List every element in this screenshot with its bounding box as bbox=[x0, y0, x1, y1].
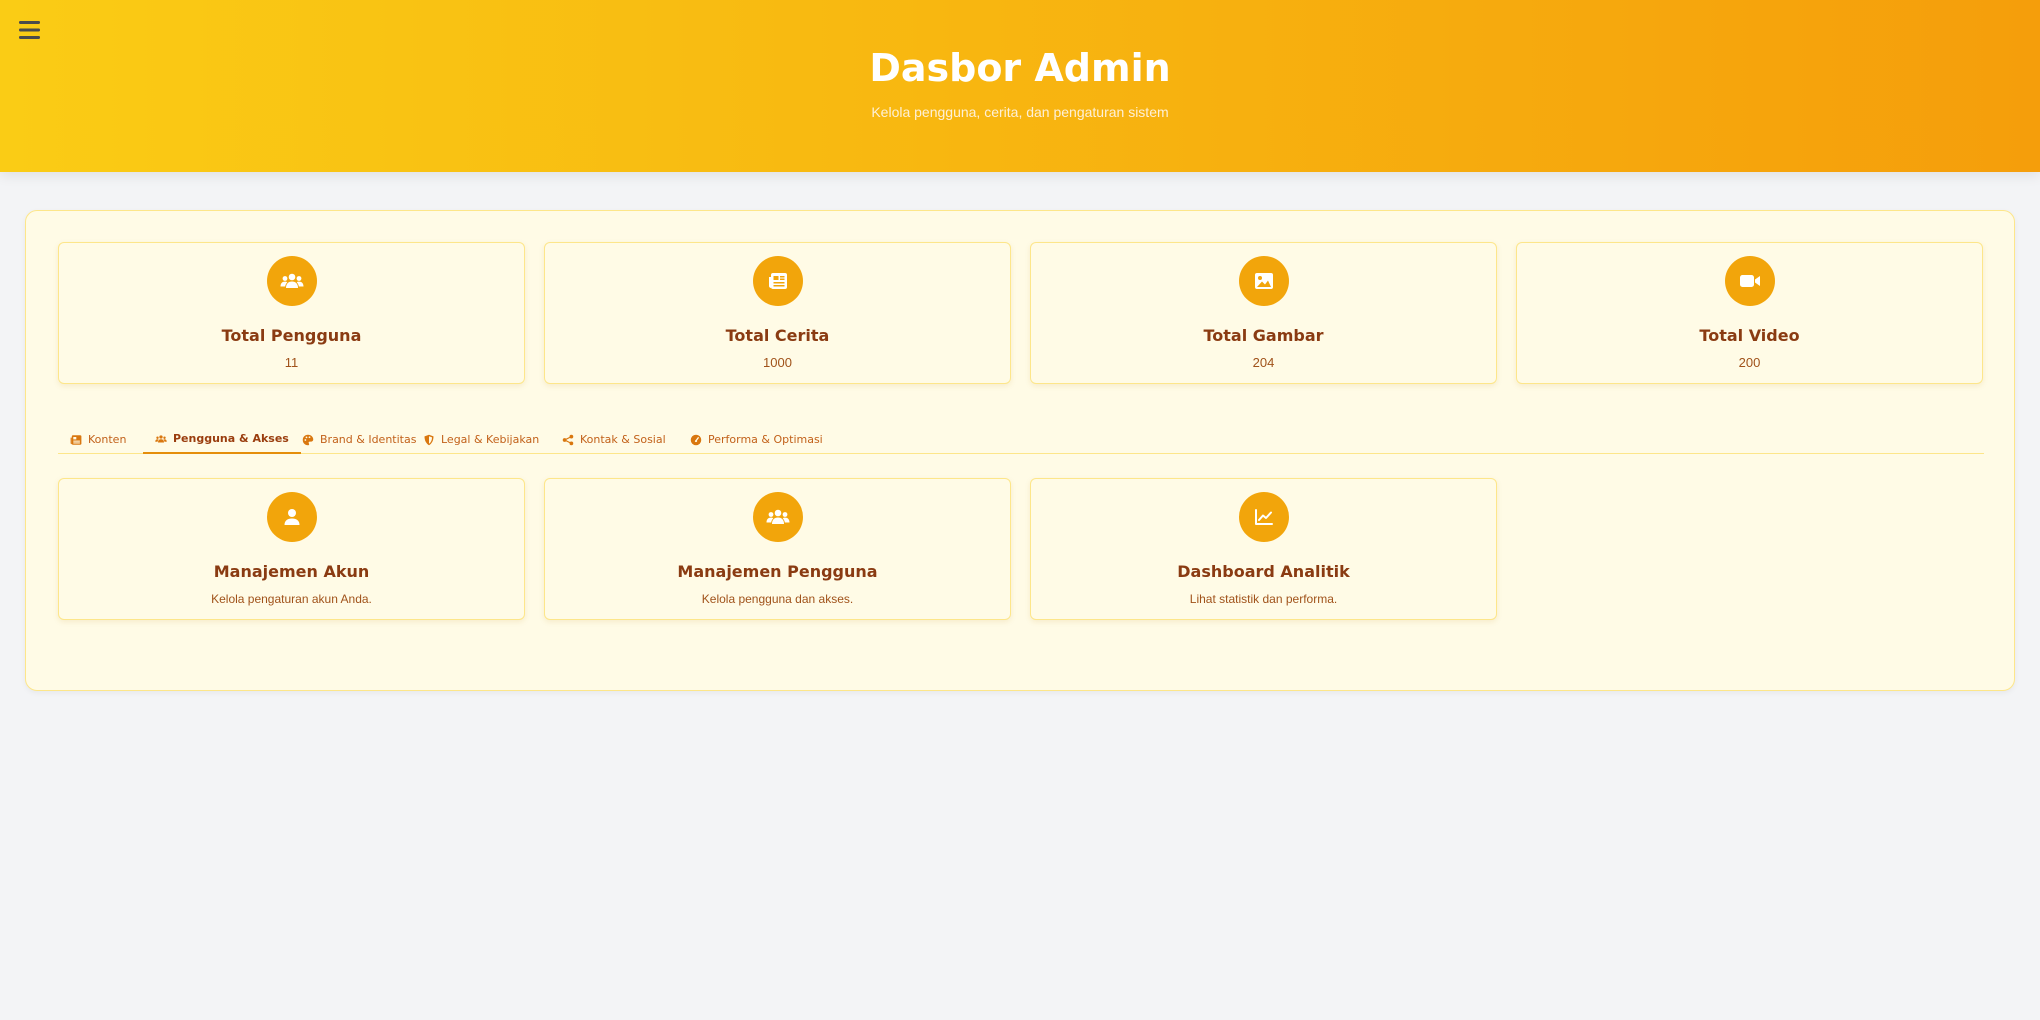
dashboard-panel: Total Pengguna 11 Total Cerita 1000 Tota… bbox=[25, 210, 2015, 691]
users-icon bbox=[155, 434, 167, 442]
tab-label: Performa & Optimasi bbox=[708, 433, 823, 446]
tab-legal-kebijakan[interactable]: Legal & Kebijakan bbox=[411, 425, 551, 454]
page-header: Dasbor Admin Kelola pengguna, cerita, da… bbox=[0, 0, 2040, 172]
feature-description: Lihat statistik dan performa. bbox=[1189, 592, 1338, 606]
share-icon bbox=[562, 434, 574, 445]
stat-card-images[interactable]: Total Gambar 204 bbox=[1030, 242, 1497, 384]
feature-card-users[interactable]: Manajemen Pengguna Kelola pengguna dan a… bbox=[544, 478, 1011, 620]
user-icon bbox=[267, 492, 317, 542]
feature-description: Kelola pengguna dan akses. bbox=[701, 592, 854, 606]
tab-bar: Konten Pengguna & Akses Brand & Identita… bbox=[58, 425, 1984, 454]
shield-icon bbox=[424, 434, 434, 445]
stat-value: 1000 bbox=[763, 355, 792, 370]
tab-kontak-sosial[interactable]: Kontak & Sosial bbox=[550, 425, 678, 454]
feature-title: Manajemen Pengguna bbox=[677, 562, 878, 581]
feature-title: Dashboard Analitik bbox=[1177, 562, 1350, 581]
tab-label: Legal & Kebijakan bbox=[441, 433, 540, 446]
gauge-icon bbox=[690, 434, 702, 445]
stat-title: Total Gambar bbox=[1203, 326, 1324, 345]
feature-card-account[interactable]: Manajemen Akun Kelola pengaturan akun An… bbox=[58, 478, 525, 620]
newspaper-icon bbox=[70, 434, 82, 445]
tab-label: Brand & Identitas bbox=[320, 433, 417, 446]
page-subtitle: Kelola pengguna, cerita, dan pengaturan … bbox=[871, 104, 1169, 120]
tab-brand-identitas[interactable]: Brand & Identitas bbox=[290, 425, 428, 454]
palette-icon bbox=[302, 434, 314, 445]
users-icon bbox=[267, 256, 317, 306]
chart-line-icon bbox=[1239, 492, 1289, 542]
tab-label: Kontak & Sosial bbox=[580, 433, 666, 446]
page-title: Dasbor Admin bbox=[869, 46, 1171, 90]
newspaper-icon bbox=[753, 256, 803, 306]
tab-label: Pengguna & Akses bbox=[173, 432, 289, 445]
stat-card-users[interactable]: Total Pengguna 11 bbox=[58, 242, 525, 384]
feature-title: Manajemen Akun bbox=[213, 562, 370, 581]
tab-konten[interactable]: Konten bbox=[58, 425, 138, 454]
stat-value: 200 bbox=[1738, 355, 1761, 370]
feature-description: Kelola pengaturan akun Anda. bbox=[211, 592, 372, 606]
tab-label: Konten bbox=[88, 433, 127, 446]
stat-title: Total Cerita bbox=[725, 326, 830, 345]
stat-value: 11 bbox=[284, 355, 299, 370]
stat-card-stories[interactable]: Total Cerita 1000 bbox=[544, 242, 1011, 384]
video-icon bbox=[1725, 256, 1775, 306]
users-icon bbox=[753, 492, 803, 542]
stat-title: Total Pengguna bbox=[221, 326, 362, 345]
tab-pengguna-akses[interactable]: Pengguna & Akses bbox=[143, 425, 301, 454]
stat-title: Total Video bbox=[1699, 326, 1800, 345]
stat-value: 204 bbox=[1252, 355, 1275, 370]
tab-performa-optimasi[interactable]: Performa & Optimasi bbox=[678, 425, 835, 454]
image-icon bbox=[1239, 256, 1289, 306]
hamburger-menu-icon[interactable] bbox=[18, 18, 42, 42]
stat-card-videos[interactable]: Total Video 200 bbox=[1516, 242, 1983, 384]
feature-card-analytics[interactable]: Dashboard Analitik Lihat statistik dan p… bbox=[1030, 478, 1497, 620]
